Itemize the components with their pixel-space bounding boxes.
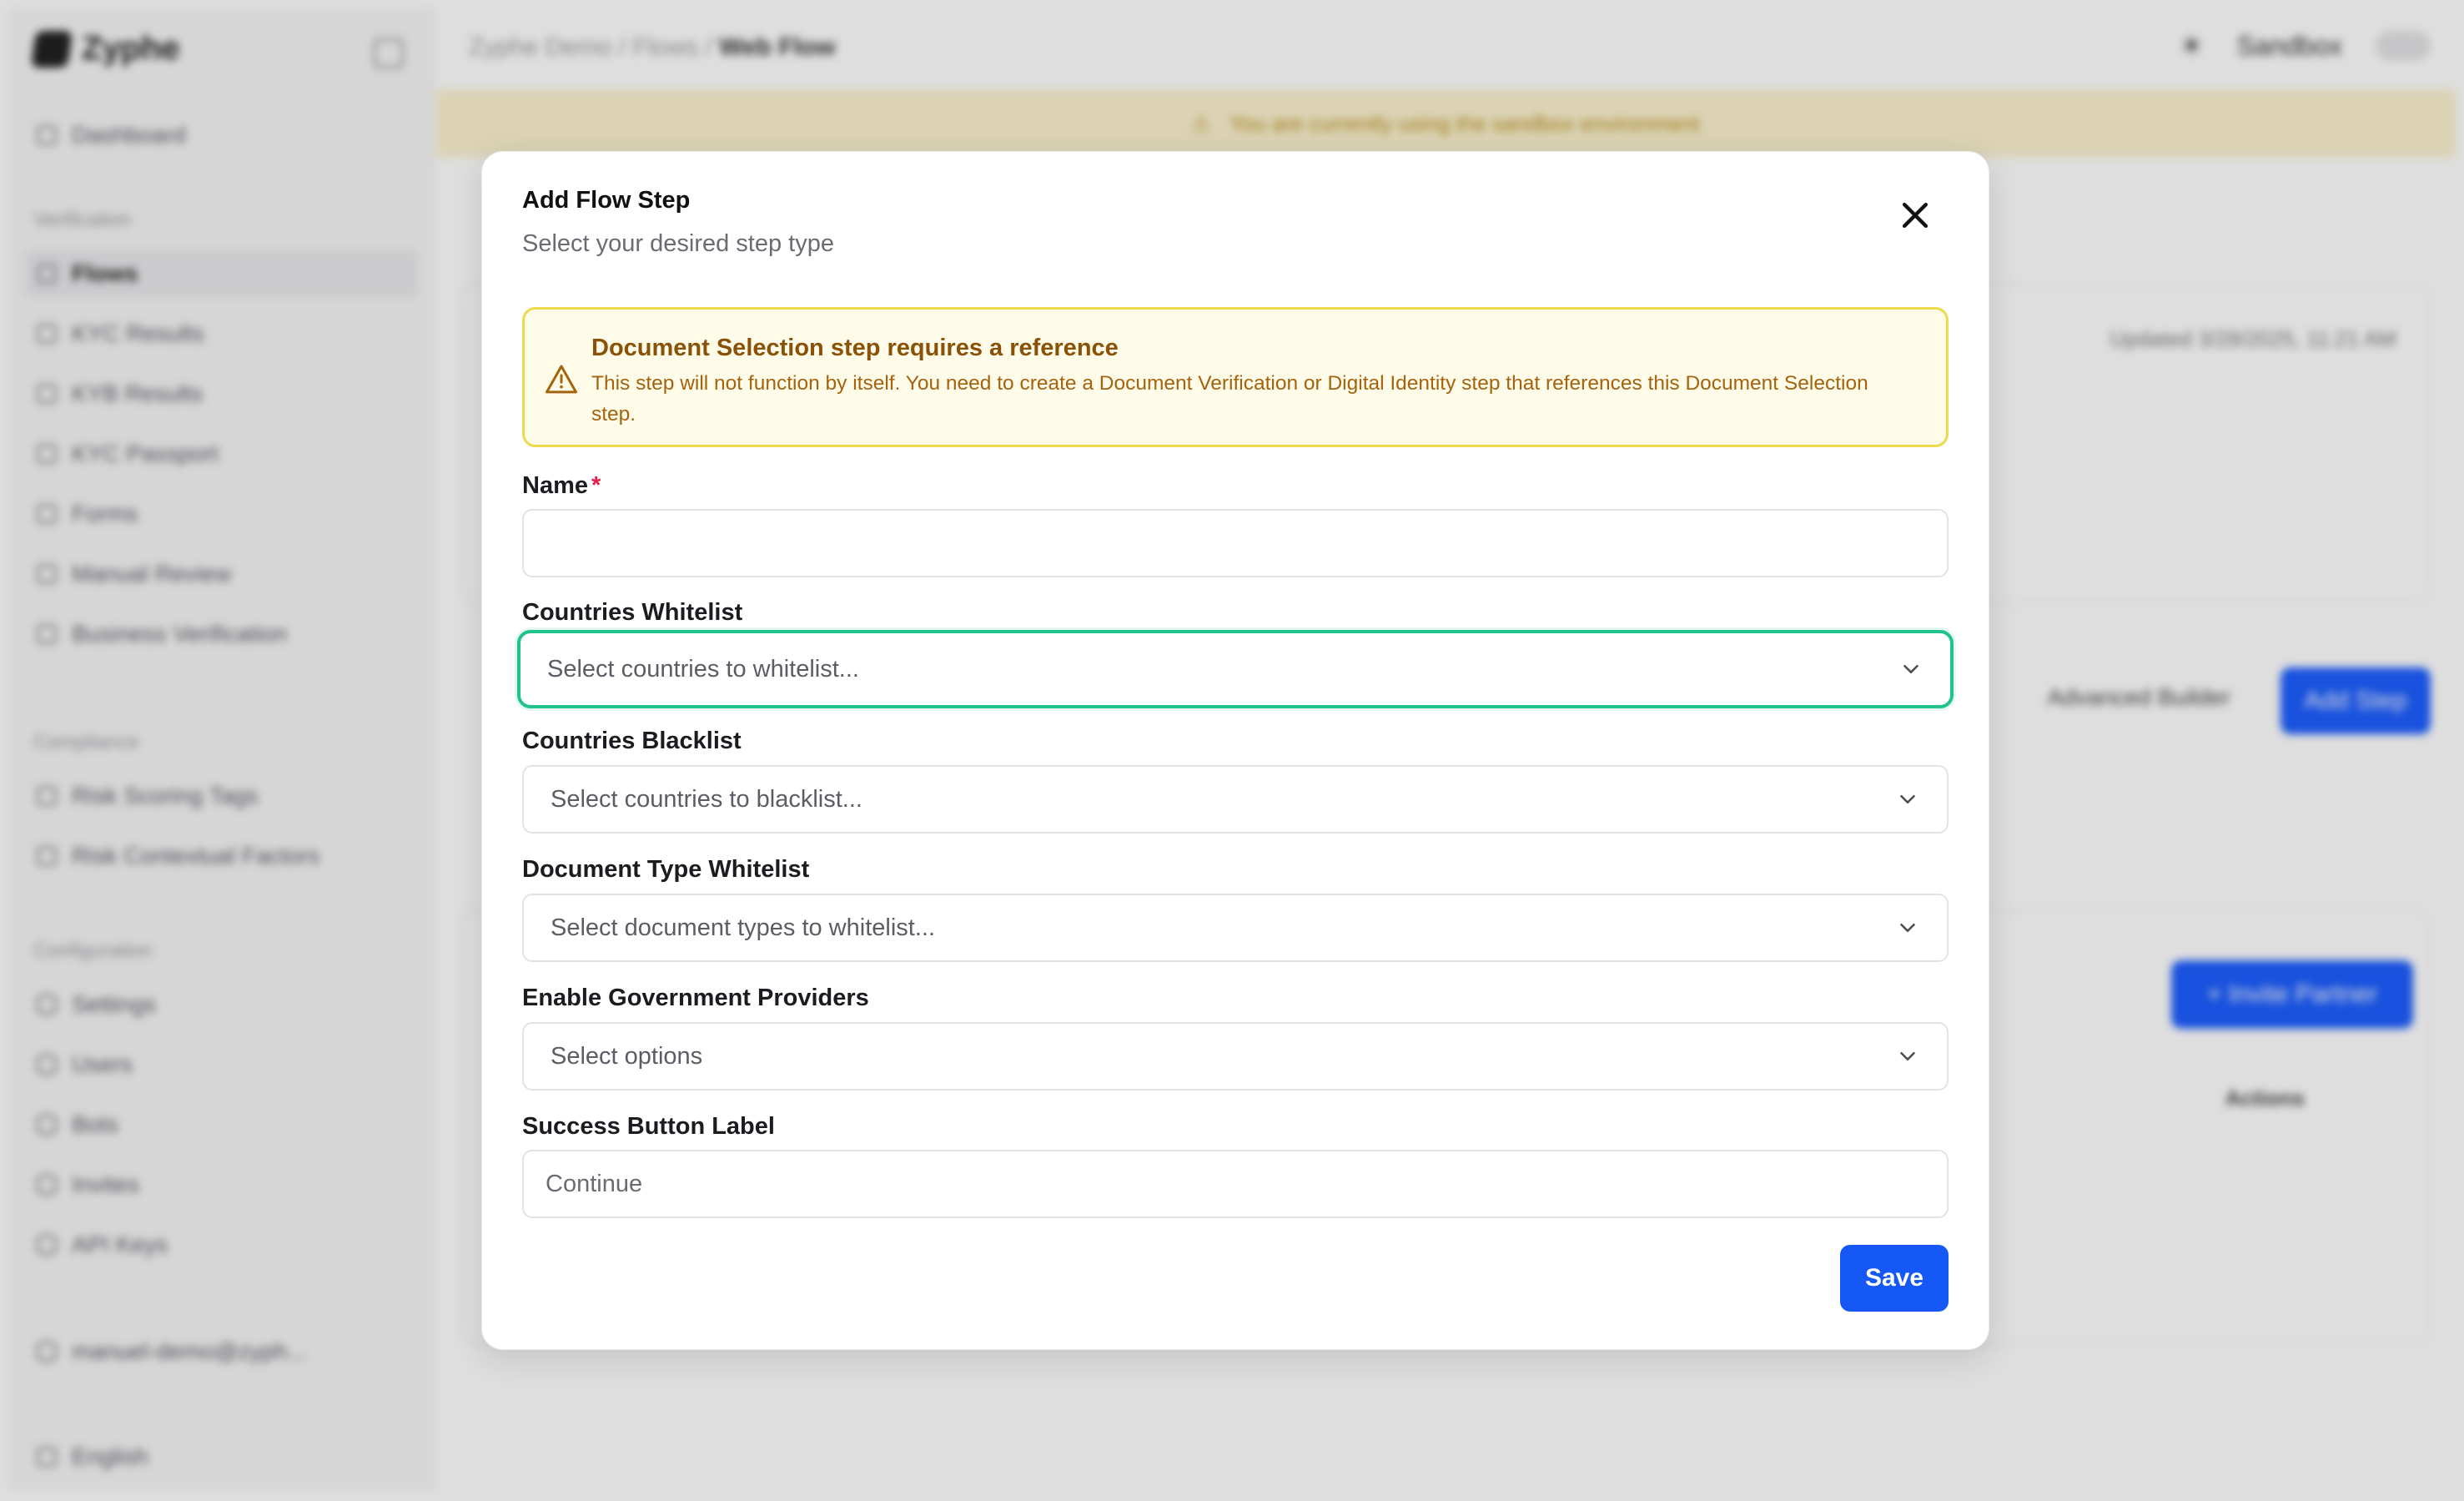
government-providers-select[interactable]: Select options xyxy=(522,1022,1949,1090)
success-button-label-input[interactable]: Continue xyxy=(522,1150,1949,1218)
reference-warning-alert: Document Selection step requires a refer… xyxy=(522,307,1949,447)
save-button[interactable]: Save xyxy=(1840,1245,1949,1312)
dialog-title: Add Flow Step xyxy=(522,187,691,214)
select-placeholder: Select countries to whitelist... xyxy=(547,655,859,683)
select-placeholder: Select document types to whitelist... xyxy=(551,914,935,941)
dialog-subtitle: Select your desired step type xyxy=(522,230,834,257)
close-icon[interactable] xyxy=(1897,197,1933,234)
countries-blacklist-select[interactable]: Select countries to blacklist... xyxy=(522,765,1949,834)
select-placeholder: Select countries to blacklist... xyxy=(551,785,862,813)
chevron-down-icon xyxy=(1903,665,1918,673)
warning-triangle-icon xyxy=(546,365,577,394)
name-input[interactable] xyxy=(522,509,1949,577)
chevron-down-icon xyxy=(1900,1052,1915,1060)
app-window: Zyphe Dashboard Verification Flows KYC R… xyxy=(0,0,2464,1501)
government-providers-label: Enable Government Providers xyxy=(522,985,869,1011)
countries-blacklist-label: Countries Blacklist xyxy=(522,728,742,754)
select-placeholder: Select options xyxy=(551,1042,703,1070)
chevron-down-icon xyxy=(1900,924,1915,932)
label-text: Name xyxy=(522,472,588,499)
add-flow-step-dialog: Add Flow Step Select your desired step t… xyxy=(481,151,1989,1350)
document-type-whitelist-label: Document Type Whitelist xyxy=(522,856,810,883)
required-asterisk: * xyxy=(591,472,601,499)
chevron-down-icon xyxy=(1900,795,1915,803)
countries-whitelist-select[interactable]: Select countries to whitelist... xyxy=(517,630,1954,708)
countries-whitelist-label: Countries Whitelist xyxy=(522,599,743,626)
alert-body: This step will not function by itself. Y… xyxy=(591,372,1868,426)
document-type-whitelist-select[interactable]: Select document types to whitelist... xyxy=(522,894,1949,962)
alert-title: Document Selection step requires a refer… xyxy=(591,335,1119,361)
success-button-label-label: Success Button Label xyxy=(522,1113,775,1140)
name-field-label: Name * xyxy=(522,472,601,500)
